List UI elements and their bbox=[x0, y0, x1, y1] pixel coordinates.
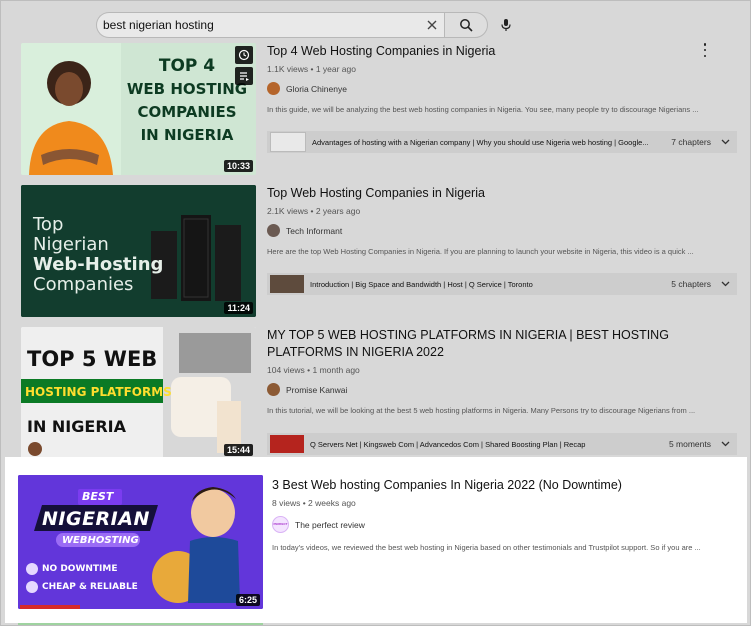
video-info: Top 4 Web Hosting Companies in Nigeria 1… bbox=[267, 43, 737, 114]
close-icon bbox=[427, 20, 437, 30]
microphone-icon bbox=[501, 19, 511, 31]
channel-link[interactable]: Gloria Chinenye bbox=[267, 82, 737, 95]
channel-avatar: PERFECT bbox=[272, 516, 289, 533]
chapters-count: 5 moments bbox=[668, 439, 711, 449]
chapter-thumbnail bbox=[270, 435, 304, 453]
video-title[interactable]: MY TOP 5 WEB HOSTING PLATFORMS IN NIGERI… bbox=[267, 327, 737, 361]
thumb-line: CHEAP & RELIABLE bbox=[42, 582, 138, 592]
upload-age: 2 years ago bbox=[315, 206, 361, 216]
thumb-line: COMPANIES bbox=[137, 103, 237, 121]
search-button[interactable] bbox=[444, 12, 488, 38]
video-duration: 11:24 bbox=[224, 302, 253, 314]
channel-link[interactable]: Tech Informant bbox=[267, 224, 737, 237]
channel-avatar bbox=[267, 224, 280, 237]
video-description: In this tutorial, we will be looking at … bbox=[267, 406, 696, 415]
view-count: 1.1K views bbox=[267, 64, 309, 74]
video-result[interactable]: TOP 5 WEB HOSTING PLATFORMS IN NIGERIA 1… bbox=[21, 327, 741, 459]
view-count: 2.1K views bbox=[267, 206, 309, 216]
upload-age: 1 year ago bbox=[315, 64, 356, 74]
video-duration: 10:33 bbox=[223, 160, 253, 172]
chapters-text: Q Servers Net | Kingsweb Com | Advancedo… bbox=[310, 439, 586, 449]
chapters-text: Introduction | Big Space and Bandwidth |… bbox=[310, 279, 533, 289]
video-info: MY TOP 5 WEB HOSTING PLATFORMS IN NIGERI… bbox=[267, 327, 737, 415]
thumbnail-title: TOP 5 WEB HOSTING PLATFORMS IN NIGERIA bbox=[21, 347, 172, 436]
channel-link[interactable]: Promise Kanwai bbox=[267, 383, 737, 396]
view-count: 8 views bbox=[272, 498, 301, 508]
chapters-bar[interactable]: Q Servers Net | Kingsweb Com | Advancedo… bbox=[267, 433, 737, 455]
thumb-line: Top bbox=[33, 214, 64, 235]
voice-search-button[interactable] bbox=[494, 13, 518, 37]
video-title[interactable]: Top 4 Web Hosting Companies in Nigeria bbox=[267, 43, 737, 60]
chapters-bar[interactable]: Introduction | Big Space and Bandwidth |… bbox=[267, 273, 737, 295]
video-meta: 2.1K views • 2 years ago bbox=[267, 206, 361, 216]
video-result-highlighted[interactable]: BEST NIGERIAN WEBHOSTING NO DOWNTIME CHE… bbox=[5, 457, 747, 625]
search-icon bbox=[460, 19, 473, 32]
video-thumbnail[interactable]: TOP 4 WEB HOSTING COMPANIES IN NIGERIA 1… bbox=[21, 43, 256, 175]
upload-age: 2 weeks ago bbox=[308, 498, 356, 508]
chapters-bar[interactable]: Advantages of hosting with a Nigerian co… bbox=[267, 131, 737, 153]
channel-name: Gloria Chinenye bbox=[286, 83, 347, 94]
channel-avatar-text: PERFECT bbox=[273, 522, 288, 526]
chapter-thumbnail bbox=[270, 132, 306, 152]
video-title[interactable]: 3 Best Web hosting Companies In Nigeria … bbox=[272, 477, 742, 494]
view-count: 104 views bbox=[267, 365, 305, 375]
thumb-line: Nigerian bbox=[33, 234, 109, 255]
thumb-line: Companies bbox=[33, 274, 134, 295]
thumbnail-underline bbox=[18, 623, 263, 625]
video-thumbnail[interactable]: BEST NIGERIAN WEBHOSTING NO DOWNTIME CHE… bbox=[18, 475, 263, 609]
channel-name: Promise Kanwai bbox=[286, 384, 348, 395]
channel-avatar bbox=[267, 82, 280, 95]
upload-age: 1 month ago bbox=[312, 365, 360, 375]
thumbnail-title: Top Nigerian Web-Hosting Companies bbox=[33, 215, 163, 295]
thumb-line: TOP 4 bbox=[158, 56, 216, 76]
search-bar: best nigerian hosting bbox=[96, 12, 488, 38]
video-thumbnail[interactable]: TOP 5 WEB HOSTING PLATFORMS IN NIGERIA 1… bbox=[21, 327, 256, 459]
watch-later-button[interactable] bbox=[235, 46, 253, 64]
channel-name: The perfect review bbox=[295, 519, 365, 530]
add-to-queue-button[interactable] bbox=[235, 67, 253, 85]
channel-avatar bbox=[267, 383, 280, 396]
video-meta: 1.1K views • 1 year ago bbox=[267, 64, 356, 74]
video-info: 3 Best Web hosting Companies In Nigeria … bbox=[272, 477, 742, 552]
video-result[interactable]: TOP 4 WEB HOSTING COMPANIES IN NIGERIA 1… bbox=[21, 43, 741, 183]
thumb-line: Web-Hosting bbox=[33, 254, 164, 275]
video-result[interactable]: Top Nigerian Web-Hosting Companies 11:24… bbox=[21, 185, 741, 320]
video-description: In today's videos, we reviewed the best … bbox=[272, 543, 701, 552]
chapter-thumbnail bbox=[270, 275, 304, 293]
video-duration: 15:44 bbox=[223, 444, 253, 456]
video-thumbnail[interactable]: Top Nigerian Web-Hosting Companies 11:24 bbox=[21, 185, 256, 317]
chapters-count: 7 chapters bbox=[671, 137, 711, 147]
video-description: Here are the top Web Hosting Companies i… bbox=[267, 247, 694, 256]
thumbnail-title: TOP 4 WEB HOSTING COMPANIES IN NIGERIA bbox=[123, 55, 251, 147]
channel-link[interactable]: PERFECT The perfect review bbox=[272, 516, 742, 533]
thumb-line: WEB HOSTING bbox=[126, 80, 248, 98]
thumb-line: WEBHOSTING bbox=[62, 535, 139, 546]
youtube-search-results: best nigerian hosting TOP 4 WEB HOSTING … bbox=[0, 0, 751, 626]
thumb-line: IN NIGERIA bbox=[140, 126, 234, 144]
thumb-line: BEST bbox=[82, 490, 114, 503]
search-query: best nigerian hosting bbox=[103, 18, 214, 32]
thumb-line: HOSTING PLATFORMS bbox=[25, 385, 172, 399]
thumb-line: NO DOWNTIME bbox=[42, 564, 118, 574]
chapters-text: Advantages of hosting with a Nigerian co… bbox=[312, 137, 649, 147]
thumb-line: TOP 5 WEB bbox=[27, 347, 158, 371]
video-meta: 104 views • 1 month ago bbox=[267, 365, 360, 375]
thumb-line: NIGERIAN bbox=[42, 508, 150, 530]
clock-icon bbox=[238, 49, 250, 61]
channel-name: Tech Informant bbox=[286, 225, 343, 236]
chapters-count: 5 chapters bbox=[671, 279, 711, 289]
search-input[interactable]: best nigerian hosting bbox=[96, 12, 444, 38]
clear-search-button[interactable] bbox=[420, 13, 444, 37]
chevron-down-icon[interactable] bbox=[717, 281, 733, 287]
chevron-down-icon[interactable] bbox=[717, 441, 733, 447]
chevron-down-icon[interactable] bbox=[717, 139, 733, 145]
video-description: In this guide, we will be analyzing the … bbox=[267, 105, 699, 114]
video-meta: 8 views • 2 weeks ago bbox=[272, 498, 356, 508]
video-title[interactable]: Top Web Hosting Companies in Nigeria bbox=[267, 185, 737, 202]
thumb-line: IN NIGERIA bbox=[27, 417, 126, 436]
video-info: Top Web Hosting Companies in Nigeria 2.1… bbox=[267, 185, 737, 256]
queue-icon bbox=[240, 72, 249, 81]
video-duration: 6:25 bbox=[235, 594, 260, 606]
